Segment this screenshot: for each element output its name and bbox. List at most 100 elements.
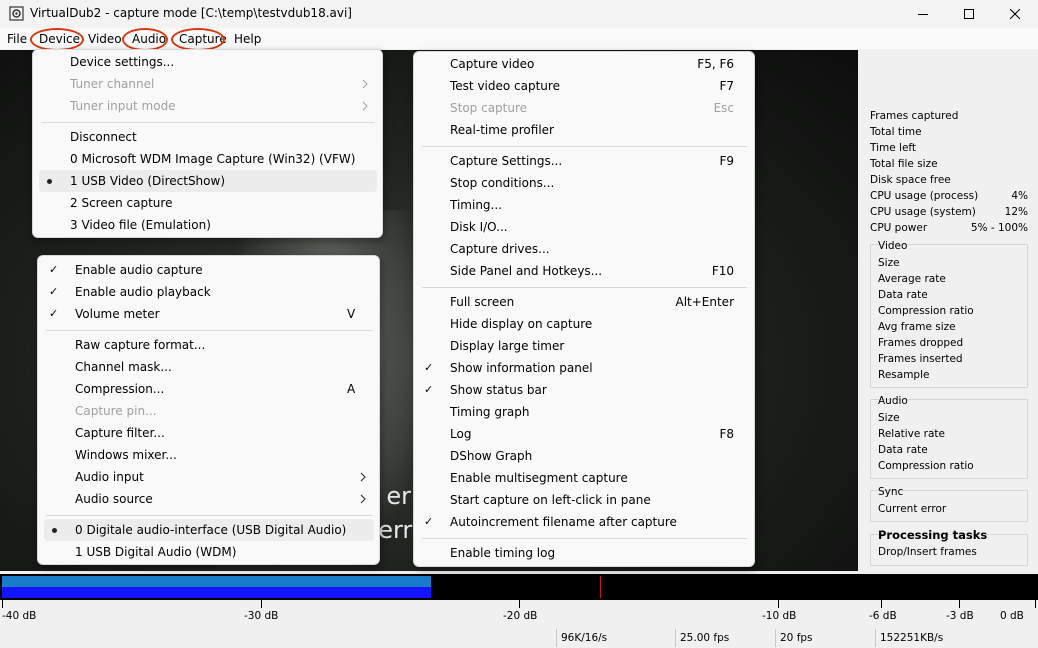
- chevron-right-icon: [360, 494, 366, 504]
- menu-item-tuner-channel: Tuner channel: [70, 77, 155, 91]
- video-average-rate-label: Average rate: [878, 273, 946, 285]
- audio-data-rate-label: Data rate: [878, 444, 928, 456]
- menu-separator: [422, 287, 747, 288]
- menu-item-device-3[interactable]: 3 Video file (Emulation): [70, 214, 211, 236]
- menu-item-compression[interactable]: Compression... A: [75, 378, 355, 400]
- menu-item-capture-video[interactable]: Capture video F5, F6: [450, 53, 734, 75]
- info-time-left: Time left: [870, 142, 917, 154]
- audio-group-title: Audio: [878, 395, 908, 407]
- menu-item-capture-settings[interactable]: Capture Settings... F9: [450, 150, 734, 172]
- menu-item-full-screen[interactable]: Full screen Alt+Enter: [450, 291, 734, 313]
- info-cpu-usage-process: CPU usage (process) 4%: [870, 190, 1028, 202]
- app-icon[interactable]: [9, 6, 24, 21]
- info-cpu-usage-system: CPU usage (system) 12%: [870, 206, 1028, 218]
- scale-label-minus3: -3 dB: [946, 610, 974, 622]
- sync-group-title: Sync: [878, 486, 904, 498]
- maximize-button[interactable]: [946, 0, 992, 28]
- menu-item-device-2[interactable]: 2 Screen capture: [70, 192, 172, 214]
- scale-label-minus30: -30 dB: [244, 610, 279, 622]
- menu-item-audio-input[interactable]: Audio input: [75, 466, 144, 488]
- menu-item-raw-capture-format[interactable]: Raw capture format...: [75, 334, 205, 356]
- menu-item-capture-drives[interactable]: Capture drives...: [450, 238, 550, 260]
- video-frames-dropped-label: Frames dropped: [878, 337, 964, 349]
- status-bar: 96K/16/s 25.00 fps 20 fps 152251KB/s: [0, 627, 1038, 648]
- menu-item-enable-audio-capture[interactable]: Enable audio capture: [75, 259, 203, 281]
- video-group-title: Video: [878, 240, 908, 252]
- menu-item-test-video-capture[interactable]: Test video capture F7: [450, 75, 734, 97]
- capture-menu: Capture video F5, F6 Test video capture F7…: [413, 51, 755, 567]
- checkmark-icon: ✓: [49, 263, 59, 276]
- maximize-icon: [964, 9, 974, 19]
- radio-bullet-icon: [47, 179, 52, 184]
- menu-help[interactable]: Help: [234, 30, 261, 48]
- menu-item-device-0[interactable]: 0 Microsoft WDM Image Capture (Win32) (V…: [70, 148, 355, 170]
- audio-relative-rate-label: Relative rate: [878, 428, 946, 440]
- scale-tick: [778, 600, 779, 608]
- scale-tick: [881, 600, 882, 608]
- menu-item-start-capture-on-left-click[interactable]: Start capture on left-click in pane: [450, 489, 651, 511]
- minimize-icon: [918, 14, 928, 15]
- capture-highlight-ring: [171, 28, 225, 51]
- menu-item-enable-timing-log[interactable]: Enable timing log: [450, 542, 555, 564]
- menu-item-capture-filter[interactable]: Capture filter...: [75, 422, 165, 444]
- minimize-button[interactable]: [900, 0, 946, 28]
- menu-item-timing[interactable]: Timing...: [450, 194, 502, 216]
- menu-item-real-time-profiler[interactable]: Real-time profiler: [450, 119, 554, 141]
- device-highlight-ring: [30, 28, 84, 51]
- status-frame-rate: 25.00 fps: [675, 629, 772, 647]
- menu-item-device-1[interactable]: 1 USB Video (DirectShow): [70, 170, 225, 192]
- scale-tick: [1035, 600, 1036, 608]
- close-icon: [1010, 9, 1020, 19]
- video-frames-inserted-label: Frames inserted: [878, 353, 963, 365]
- window-title: VirtualDub2 - capture mode [C:\temp\test…: [30, 6, 352, 20]
- menu-item-display-large-timer[interactable]: Display large timer: [450, 335, 564, 357]
- meter-peak-marker: [600, 576, 601, 598]
- menu-item-audio-source[interactable]: Audio source: [75, 488, 153, 510]
- drop-insert-frames-label: Drop/Insert frames: [878, 546, 977, 558]
- volume-meter: [0, 574, 1038, 600]
- menu-video[interactable]: Video: [88, 30, 122, 48]
- menu-item-audio-device-0[interactable]: 0 Digitale audio-interface (USB Digital …: [75, 519, 346, 541]
- status-actual-fps: 20 fps: [775, 629, 872, 647]
- menu-item-disconnect[interactable]: Disconnect: [70, 126, 137, 148]
- scale-tick: [261, 600, 262, 608]
- radio-bullet-icon: [52, 528, 57, 533]
- menu-file[interactable]: File: [7, 30, 27, 48]
- scale-tick: [519, 600, 520, 608]
- checkmark-icon: ✓: [424, 361, 434, 374]
- menu-item-autoincrement-filename[interactable]: Autoincrement filename after capture: [450, 511, 677, 533]
- menu-item-channel-mask[interactable]: Channel mask...: [75, 356, 172, 378]
- checkmark-icon: ✓: [424, 515, 434, 528]
- menu-item-hide-display-on-capture[interactable]: Hide display on capture: [450, 313, 592, 335]
- menu-item-side-panel-hotkeys[interactable]: Side Panel and Hotkeys... F10: [450, 260, 734, 282]
- menu-item-stop-conditions[interactable]: Stop conditions...: [450, 172, 554, 194]
- menu-separator: [46, 515, 372, 516]
- menu-item-show-information-panel[interactable]: Show information panel: [450, 357, 593, 379]
- menu-item-enable-audio-playback[interactable]: Enable audio playback: [75, 281, 211, 303]
- meter-scale: -40 dB -30 dB -20 dB -10 dB -6 dB -3 dB …: [0, 600, 1038, 626]
- sync-current-error-label: Current error: [878, 503, 947, 515]
- video-avg-frame-size-label: Avg frame size: [878, 321, 956, 333]
- scale-label-minus40: -40 dB: [2, 610, 37, 622]
- menu-item-disk-io[interactable]: Disk I/O...: [450, 216, 508, 238]
- video-compression-ratio-label: Compression ratio: [878, 305, 974, 317]
- status-data-rate: 152251KB/s: [875, 629, 1035, 647]
- video-data-rate-label: Data rate: [878, 289, 928, 301]
- menu-item-audio-device-1[interactable]: 1 USB Digital Audio (WDM): [75, 541, 236, 563]
- video-resample-label: Resample: [878, 369, 930, 381]
- menu-separator: [422, 146, 747, 147]
- close-button[interactable]: [992, 0, 1038, 28]
- info-cpu-power: CPU power 5% - 100%: [870, 222, 1028, 234]
- menu-item-device-settings[interactable]: Device settings...: [70, 51, 174, 73]
- menu-item-windows-mixer[interactable]: Windows mixer...: [75, 444, 177, 466]
- meter-bar-right-channel: [2, 587, 431, 598]
- menu-item-enable-multisegment-capture[interactable]: Enable multisegment capture: [450, 467, 628, 489]
- menu-item-timing-graph[interactable]: Timing graph: [450, 401, 529, 423]
- chevron-right-icon: [362, 101, 368, 111]
- menu-item-log[interactable]: Log F8: [450, 423, 734, 445]
- menu-item-volume-meter[interactable]: Volume meter V: [75, 303, 355, 325]
- menu-item-dshow-graph[interactable]: DShow Graph: [450, 445, 532, 467]
- menu-item-show-status-bar[interactable]: Show status bar: [450, 379, 547, 401]
- title-bar: VirtualDub2 - capture mode [C:\temp\test…: [0, 0, 1038, 28]
- scale-label-0: 0 dB: [1000, 610, 1024, 622]
